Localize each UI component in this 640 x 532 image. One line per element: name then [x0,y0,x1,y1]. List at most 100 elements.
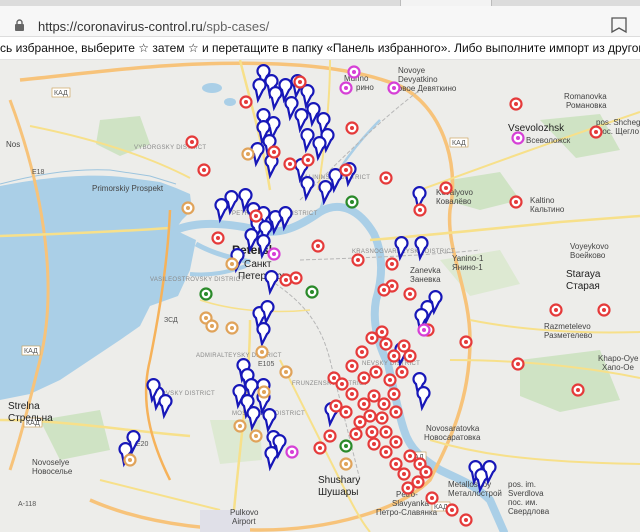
case-dot-marker[interactable] [313,441,327,455]
case-dot-marker-green[interactable] [345,195,359,209]
case-dot-marker[interactable] [185,135,199,149]
case-dot-marker-green[interactable] [199,287,213,301]
case-dot-marker[interactable] [385,257,399,271]
case-dot-marker[interactable] [283,157,297,171]
case-dot-marker[interactable] [413,203,427,217]
case-pin-marker[interactable] [262,408,277,434]
case-dot-marker-orange[interactable] [339,457,353,471]
case-dot-marker-magenta[interactable] [339,81,353,95]
case-dot-marker-orange[interactable] [123,453,137,467]
case-dot-marker-orange[interactable] [225,257,239,271]
case-dot-marker[interactable] [445,503,459,517]
case-dot-marker[interactable] [323,429,337,443]
case-dot-marker-green[interactable] [305,285,319,299]
case-pin-marker[interactable] [246,406,261,432]
case-dot-marker-magenta[interactable] [511,131,525,145]
case-dot-marker-magenta[interactable] [267,247,281,261]
case-dot-marker[interactable] [379,337,393,351]
case-dot-marker[interactable] [549,303,563,317]
map-view[interactable]: Murino рино Novoye Devyatkino Новое Девя… [0,60,640,532]
case-dot-marker[interactable] [395,365,409,379]
case-dot-marker[interactable] [597,303,611,317]
case-dot-marker[interactable] [293,75,307,89]
case-pin-marker[interactable] [300,128,315,154]
case-dot-marker[interactable] [377,283,391,297]
case-dot-marker[interactable] [387,387,401,401]
case-pin-marker[interactable] [256,322,271,348]
case-dot-marker[interactable] [367,389,381,403]
case-dot-marker[interactable] [511,357,525,371]
case-dot-marker[interactable] [425,491,439,505]
case-dot-marker-orange[interactable] [257,385,271,399]
case-pin-marker[interactable] [264,446,279,472]
case-dot-marker[interactable] [329,399,343,413]
case-pin-marker[interactable] [268,86,283,112]
case-dot-marker[interactable] [355,345,369,359]
case-dot-marker-orange[interactable] [249,429,263,443]
case-dot-marker[interactable] [589,125,603,139]
case-dot-marker-magenta[interactable] [285,445,299,459]
case-dot-marker[interactable] [375,325,389,339]
case-dot-marker[interactable] [249,209,263,223]
case-dot-marker-green[interactable] [339,439,353,453]
case-pin-marker[interactable] [416,386,431,412]
case-dot-marker[interactable] [345,121,359,135]
case-dot-marker[interactable] [365,425,379,439]
favorites-icon[interactable] [602,14,632,36]
case-pin-marker[interactable] [264,270,279,296]
case-dot-marker[interactable] [289,271,303,285]
case-dot-marker-orange[interactable] [255,345,269,359]
case-pin-marker[interactable] [214,198,229,224]
case-dot-marker-magenta[interactable] [417,323,431,337]
case-dot-marker-orange[interactable] [205,319,219,333]
case-pin-marker[interactable] [312,136,327,162]
case-dot-marker[interactable] [197,163,211,177]
case-pin-marker[interactable] [244,228,259,254]
case-dot-marker[interactable] [367,437,381,451]
case-dot-marker[interactable] [349,427,363,441]
case-dot-marker[interactable] [301,153,315,167]
case-pin-marker[interactable] [294,108,309,134]
case-dot-marker[interactable] [387,349,401,363]
case-dot-marker[interactable] [383,373,397,387]
case-dot-marker[interactable] [377,397,391,411]
case-dot-marker[interactable] [459,513,473,527]
case-dot-marker-magenta[interactable] [387,81,401,95]
case-dot-marker[interactable] [389,435,403,449]
case-dot-marker-magenta[interactable] [347,65,361,79]
case-dot-marker[interactable] [211,231,225,245]
case-dot-marker[interactable] [379,445,393,459]
case-dot-marker[interactable] [357,371,371,385]
case-pin-marker[interactable] [300,176,315,202]
case-dot-marker[interactable] [401,481,415,495]
case-dot-marker[interactable] [379,425,393,439]
case-dot-marker-orange[interactable] [225,321,239,335]
url-text[interactable]: https://coronavirus-control.ru/spb-cases… [38,19,269,34]
case-dot-marker[interactable] [419,465,433,479]
case-dot-marker[interactable] [459,335,473,349]
case-dot-marker[interactable] [379,171,393,185]
case-dot-marker[interactable] [353,415,367,429]
case-dot-marker[interactable] [267,145,281,159]
case-dot-marker-orange[interactable] [279,365,293,379]
case-dot-marker[interactable] [571,383,585,397]
case-dot-marker[interactable] [351,253,365,267]
case-pin-marker[interactable] [414,236,429,262]
case-dot-marker[interactable] [397,467,411,481]
case-dot-marker[interactable] [509,97,523,111]
case-pin-marker[interactable] [158,394,173,420]
case-pin-marker[interactable] [394,236,409,262]
case-dot-marker-orange[interactable] [233,419,247,433]
case-pin-marker[interactable] [318,180,333,206]
case-dot-marker[interactable] [345,387,359,401]
case-dot-marker[interactable] [403,449,417,463]
case-dot-marker[interactable] [311,239,325,253]
case-dot-marker[interactable] [403,287,417,301]
case-dot-marker[interactable] [357,397,371,411]
address-bar[interactable]: https://coronavirus-control.ru/spb-cases… [0,6,640,37]
case-dot-marker[interactable] [439,181,453,195]
case-dot-marker[interactable] [375,411,389,425]
case-dot-marker[interactable] [509,195,523,209]
case-dot-marker[interactable] [335,377,349,391]
case-dot-marker[interactable] [403,349,417,363]
